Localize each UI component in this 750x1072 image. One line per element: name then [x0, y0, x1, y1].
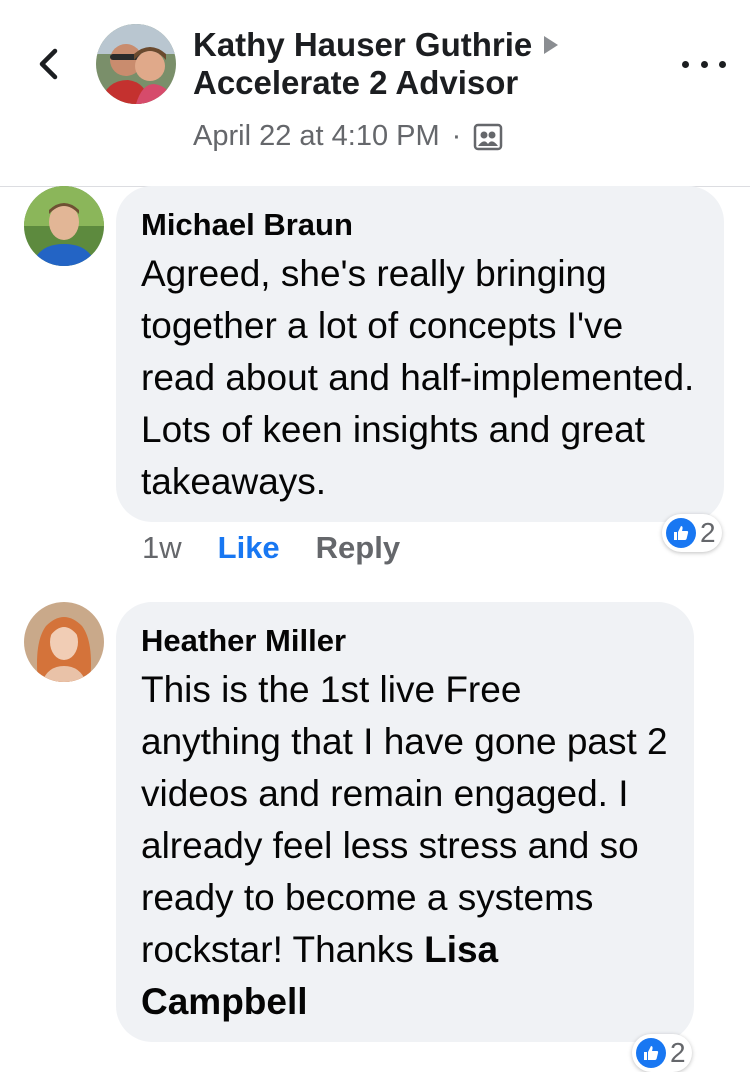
arrow-right-icon	[544, 36, 559, 54]
more-dot-icon	[700, 60, 708, 68]
back-button[interactable]	[28, 44, 68, 84]
like-button[interactable]: Like	[218, 530, 280, 566]
comment-actions: 1w Like Reply	[142, 530, 400, 566]
group-name[interactable]: Accelerate 2 Advisor	[193, 64, 518, 102]
commenter-avatar[interactable]	[24, 602, 104, 682]
more-options-button[interactable]	[682, 46, 726, 82]
thumbs-up-icon	[636, 1038, 666, 1068]
comment-bubble: Heather Miller This is the 1st live Free…	[116, 602, 694, 1042]
reaction-summary[interactable]: 2	[632, 1034, 692, 1072]
thumbs-up-icon	[666, 518, 696, 548]
post-title: Kathy Hauser Guthrie Accelerate 2 Adviso…	[193, 26, 559, 102]
comment-time: 1w	[142, 530, 182, 565]
meta-separator: ·	[451, 120, 462, 152]
author-name[interactable]: Kathy Hauser Guthrie	[193, 26, 532, 64]
comment-text: This is the 1st live Free anything that …	[141, 664, 669, 1028]
post-header: Kathy Hauser Guthrie Accelerate 2 Adviso…	[0, 0, 750, 187]
comment-text: Agreed, she's really bringing together a…	[141, 253, 695, 502]
chevron-left-icon	[39, 48, 58, 80]
commenter-name[interactable]: Heather Miller	[141, 620, 669, 662]
reply-button[interactable]: Reply	[316, 530, 400, 566]
post-timestamp[interactable]: April 22 at 4:10 PM	[193, 120, 440, 153]
comment-text-body: This is the 1st live Free anything that …	[141, 669, 668, 970]
commenter-name[interactable]: Michael Braun	[141, 204, 699, 246]
group-privacy-icon	[474, 123, 503, 150]
post-meta: April 22 at 4:10 PM ·	[193, 120, 503, 153]
comment-bubble: Michael Braun Agreed, she's really bring…	[116, 186, 724, 522]
more-dot-icon	[682, 60, 689, 68]
more-dot-icon	[719, 60, 726, 68]
reaction-summary[interactable]: 2	[662, 514, 722, 552]
reaction-count: 2	[700, 517, 716, 548]
commenter-avatar[interactable]	[24, 186, 104, 266]
reaction-count: 2	[670, 1037, 686, 1068]
author-avatar[interactable]	[96, 24, 176, 104]
